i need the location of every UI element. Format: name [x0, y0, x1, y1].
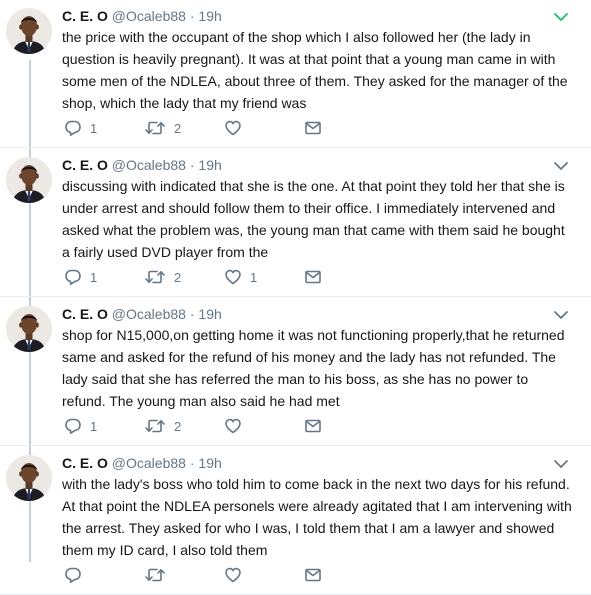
like-button[interactable]	[224, 118, 250, 138]
separator-dot: ·	[189, 157, 195, 173]
retweet-button[interactable]	[144, 565, 174, 585]
like-button[interactable]	[224, 565, 250, 585]
tweet-header: C. E. O @Ocaleb88 · 19h	[62, 306, 222, 324]
reply-count: 1	[90, 269, 98, 285]
avatar[interactable]	[6, 157, 52, 203]
tweet[interactable]: C. E. O @Ocaleb88 · 19h shop for N15,000…	[0, 298, 591, 446]
direct-message-button[interactable]	[304, 565, 322, 585]
timestamp[interactable]: 19h	[198, 306, 221, 322]
direct-message-button[interactable]	[304, 118, 322, 138]
display-name[interactable]: C. E. O	[62, 455, 108, 471]
envelope-icon	[305, 419, 321, 433]
timestamp[interactable]: 19h	[198, 455, 221, 471]
separator-dot: ·	[189, 8, 195, 24]
reply-icon	[65, 269, 81, 285]
tweet-text: shop for N15,000,on getting home it was …	[62, 327, 565, 409]
like-button[interactable]: 1	[224, 267, 257, 287]
retweet-icon	[145, 419, 165, 433]
retweet-icon	[145, 121, 165, 135]
user-handle[interactable]: @Ocaleb88	[112, 455, 186, 471]
tweet-header: C. E. O @Ocaleb88 · 19h	[62, 455, 222, 473]
user-handle[interactable]: @Ocaleb88	[112, 306, 186, 322]
reply-button[interactable]: 1	[64, 416, 97, 436]
user-handle[interactable]: @Ocaleb88	[112, 8, 186, 24]
heart-icon	[225, 269, 241, 285]
display-name[interactable]: C. E. O	[62, 306, 108, 322]
reply-count: 1	[90, 418, 98, 434]
retweet-count: 2	[174, 269, 182, 285]
direct-message-button[interactable]	[304, 416, 322, 436]
avatar[interactable]	[6, 8, 52, 54]
reply-button[interactable]: 1	[64, 118, 97, 138]
retweet-button[interactable]: 2	[144, 118, 181, 138]
reply-icon	[65, 567, 81, 583]
display-name[interactable]: C. E. O	[62, 8, 108, 24]
envelope-icon	[305, 270, 321, 284]
retweet-count: 2	[174, 120, 182, 136]
tweet[interactable]: C. E. O @Ocaleb88 · 19h the price with t…	[0, 0, 591, 148]
tweet[interactable]: C. E. O @Ocaleb88 · 19h with the lady's …	[0, 447, 591, 595]
heart-icon	[225, 567, 241, 583]
envelope-icon	[305, 568, 321, 582]
like-count: 1	[250, 269, 258, 285]
direct-message-button[interactable]	[304, 267, 322, 287]
avatar[interactable]	[6, 455, 52, 501]
heart-icon	[225, 120, 241, 136]
avatar-portrait-icon	[6, 157, 52, 203]
timestamp[interactable]: 19h	[198, 157, 221, 173]
separator-dot: ·	[189, 455, 195, 471]
chevron-down-icon[interactable]	[553, 457, 569, 469]
heart-icon	[225, 418, 241, 434]
tweet[interactable]: C. E. O @Ocaleb88 · 19h discussing with …	[0, 149, 591, 297]
reply-count: 1	[90, 120, 98, 136]
retweet-icon	[145, 568, 165, 582]
tweet-text: with the lady's boss who told him to com…	[62, 476, 572, 558]
retweet-count: 2	[174, 418, 182, 434]
separator-dot: ·	[189, 306, 195, 322]
retweet-button[interactable]: 2	[144, 267, 181, 287]
tweet-text: the price with the occupant of the shop …	[62, 29, 568, 111]
chevron-down-icon[interactable]	[553, 308, 569, 320]
reply-button[interactable]: 1	[64, 267, 97, 287]
tweet-header: C. E. O @Ocaleb88 · 19h	[62, 8, 222, 26]
chevron-down-icon[interactable]	[553, 10, 569, 22]
reply-icon	[65, 120, 81, 136]
avatar[interactable]	[6, 306, 52, 352]
reply-button[interactable]	[64, 565, 90, 585]
retweet-button[interactable]: 2	[144, 416, 181, 436]
avatar-portrait-icon	[6, 8, 52, 54]
retweet-icon	[145, 270, 165, 284]
user-handle[interactable]: @Ocaleb88	[112, 157, 186, 173]
chevron-down-icon[interactable]	[553, 159, 569, 171]
display-name[interactable]: C. E. O	[62, 157, 108, 173]
tweet-header: C. E. O @Ocaleb88 · 19h	[62, 157, 222, 175]
like-button[interactable]	[224, 416, 250, 436]
avatar-portrait-icon	[6, 306, 52, 352]
tweet-text: discussing with indicated that she is th…	[62, 178, 565, 260]
reply-icon	[65, 418, 81, 434]
avatar-portrait-icon	[6, 455, 52, 501]
timestamp[interactable]: 19h	[198, 8, 221, 24]
envelope-icon	[305, 121, 321, 135]
